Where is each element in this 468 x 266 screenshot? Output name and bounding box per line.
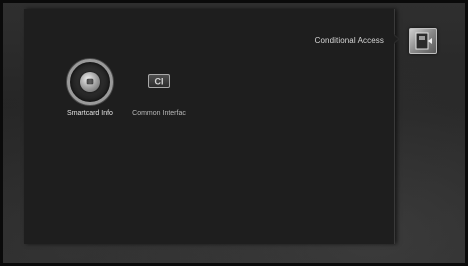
svg-text:CI: CI	[155, 77, 164, 87]
smartcard-icon	[80, 72, 100, 92]
menu-item-smartcard-info[interactable]: Smartcard Info	[60, 59, 120, 117]
conditional-access-icon	[409, 28, 437, 54]
menu-title: Conditional Access	[314, 36, 384, 45]
common-interface-icon: CI	[148, 74, 170, 88]
menu-item-label: Smartcard Info	[67, 110, 113, 117]
tv-menu-screen: Conditional Access Smartcard Info CI Com…	[0, 0, 468, 266]
menu-panel: Conditional Access Smartcard Info CI Com…	[24, 9, 395, 244]
menu-item-common-interface[interactable]: CI Common Interfac	[124, 59, 194, 117]
selection-ring	[67, 59, 113, 105]
menu-item-label: Common Interfac	[132, 110, 186, 117]
menu-pointer-arrow	[393, 34, 400, 44]
